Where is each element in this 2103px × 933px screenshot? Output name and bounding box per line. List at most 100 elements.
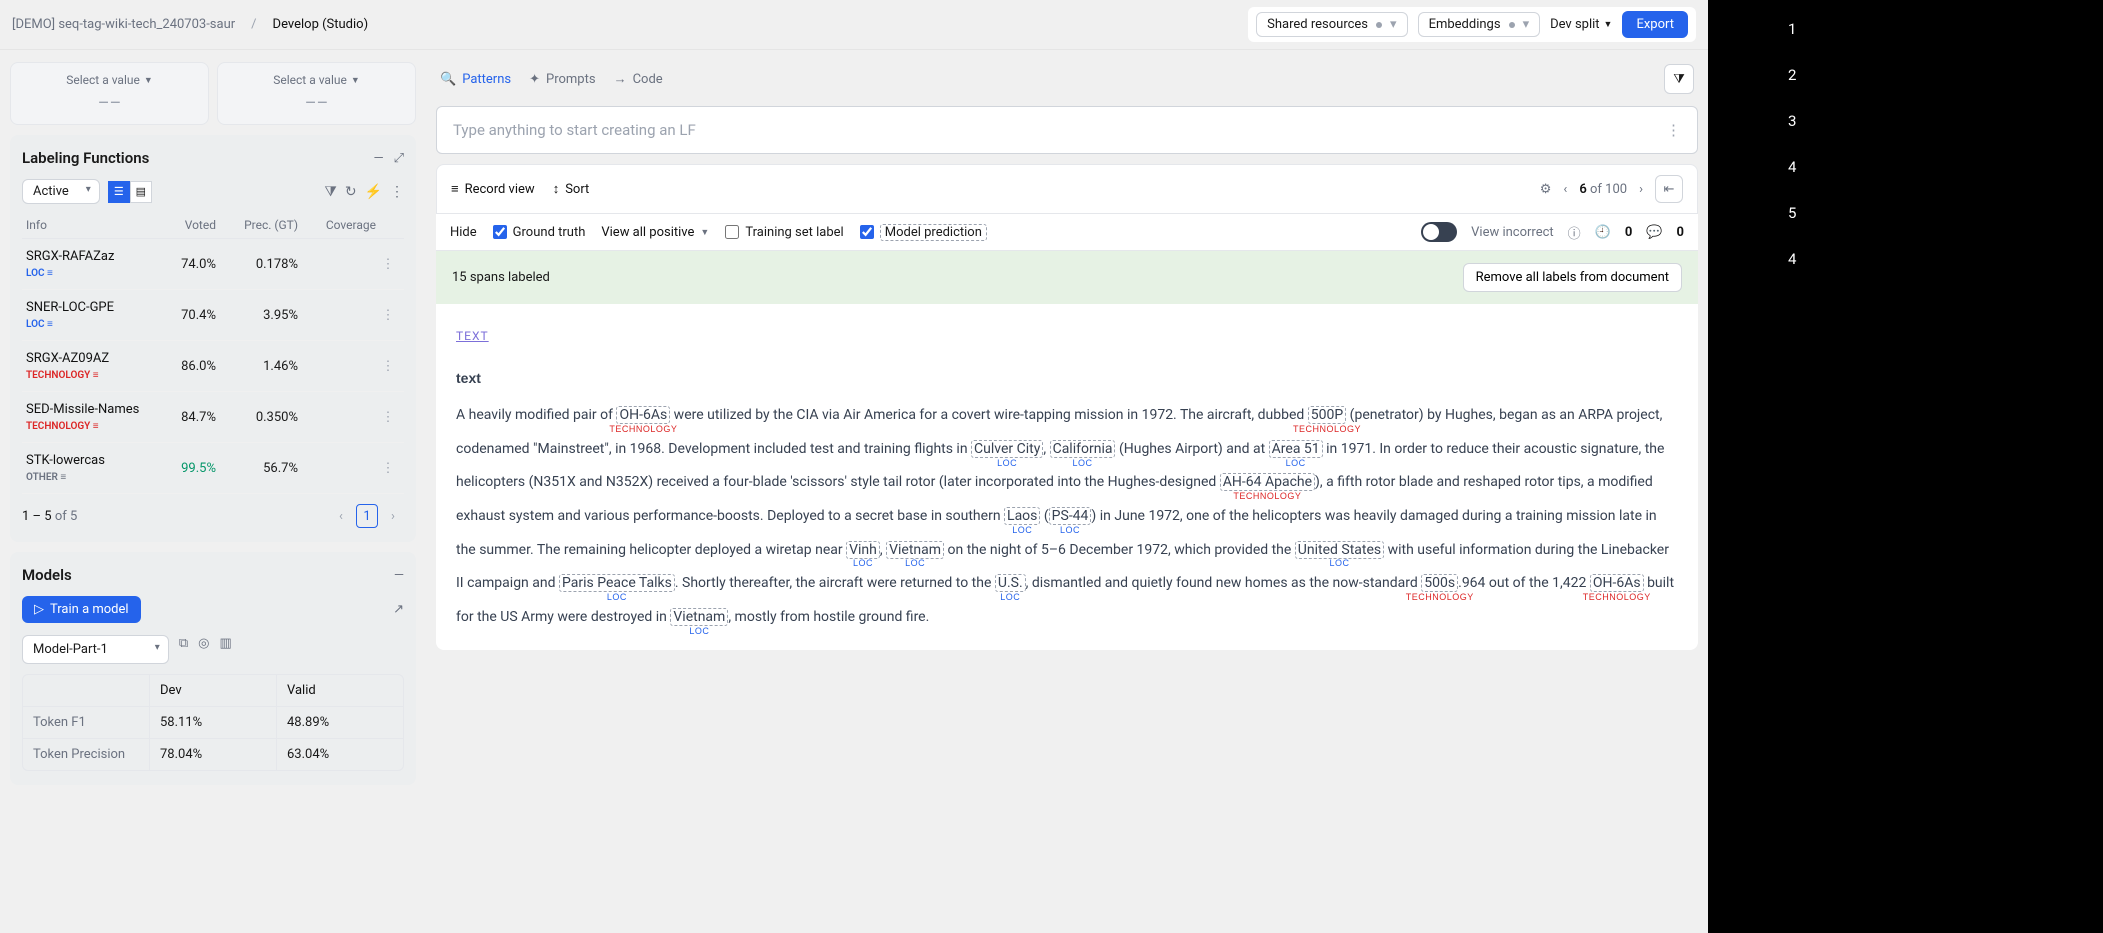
metric-row: Token F158.11%48.89% <box>23 706 403 738</box>
filter-icon[interactable]: ⧩ <box>324 184 337 200</box>
page-1[interactable]: 1 <box>356 504 378 528</box>
page-next[interactable]: › <box>382 504 404 528</box>
search-icon: 🔍 <box>440 72 456 87</box>
expand-icon[interactable]: ⤢ <box>394 151 404 166</box>
model-select[interactable]: Model-Part-1 <box>22 635 169 664</box>
split-select[interactable]: Dev split▼ <box>1550 17 1612 32</box>
breadcrumb-page: Develop (Studio) <box>273 17 369 32</box>
sort-toggle[interactable]: ↕Sort <box>553 181 590 197</box>
text-link[interactable]: TEXT <box>456 329 489 343</box>
labeled-span[interactable]: Paris Peace TalksLOC <box>559 575 675 592</box>
tab-prompts[interactable]: ✦Prompts <box>529 72 595 87</box>
labeled-span[interactable]: OH-6AsTECHNOLOGY <box>616 407 670 424</box>
document-view[interactable]: TEXT text A heavily modified pair of OH-… <box>436 304 1698 650</box>
collapse-icon[interactable]: — <box>373 151 383 166</box>
guide-number: 5 <box>1788 204 2103 222</box>
model-prediction-checkbox[interactable]: Model prediction <box>860 224 987 241</box>
guide-number: 1 <box>1788 20 2103 38</box>
view-grid-icon[interactable]: ▤ <box>130 181 152 203</box>
lf-state-select[interactable]: Active <box>22 179 100 204</box>
copy-icon[interactable]: ⧉ <box>179 636 188 651</box>
right-strip: 1 2 3 4 5 4 <box>1708 0 2103 933</box>
top-bar: [DEMO] seq-tag-wiki-tech_240703-saur / D… <box>0 0 1708 50</box>
more-icon[interactable]: ⋮ <box>376 410 400 425</box>
target-icon[interactable]: ◎ <box>198 636 209 651</box>
train-model-button[interactable]: ▷Train a model <box>22 596 141 623</box>
labeled-span[interactable]: Culver CityLOC <box>971 441 1043 458</box>
open-icon[interactable]: ↗ <box>393 602 404 617</box>
metric-row: Token Precision78.04%63.04% <box>23 738 403 770</box>
arrow-icon: → <box>614 71 627 87</box>
labeled-span[interactable]: United StatesLOC <box>1295 542 1384 559</box>
lf-panel-title: Labeling Functions <box>22 149 149 167</box>
hide-button[interactable]: Hide <box>450 225 477 240</box>
filter-button[interactable]: ⧩ <box>1664 64 1694 94</box>
bolt-icon[interactable]: ⚡ <box>365 184 382 200</box>
labeled-span[interactable]: VinhLOC <box>846 542 880 559</box>
more-icon[interactable]: ⋮ <box>376 308 400 323</box>
view-incorrect-toggle[interactable] <box>1421 222 1457 242</box>
collapse-icon[interactable]: — <box>394 568 404 583</box>
doc-heading: text <box>456 362 1678 396</box>
more-icon[interactable]: ⋮ <box>1666 121 1681 139</box>
lf-row[interactable]: SNER-LOC-GPELOC ≡70.4%3.95%⋮ <box>22 290 404 341</box>
labeled-span[interactable]: OH-6AsTECHNOLOGY <box>1590 575 1644 592</box>
list-icon: ≡ <box>451 181 459 197</box>
lf-row[interactable]: SRGX-AZ09AZTECHNOLOGY ≡86.0%1.46%⋮ <box>22 341 404 392</box>
refresh-icon[interactable]: ↻ <box>345 184 357 200</box>
comment-icon[interactable]: 💬 <box>1646 225 1662 240</box>
breadcrumb-project[interactable]: [DEMO] seq-tag-wiki-tech_240703-saur <box>12 17 235 32</box>
lf-row[interactable]: SRGX-RAFAZazLOC ≡74.0%0.178%⋮ <box>22 239 404 290</box>
sparkle-icon: ✦ <box>529 72 540 87</box>
doc-body[interactable]: A heavily modified pair of OH-6AsTECHNOL… <box>456 399 1678 634</box>
labeled-span[interactable]: PS-44LOC <box>1049 508 1092 525</box>
more-icon[interactable]: ⋮ <box>376 257 400 272</box>
labeled-span[interactable]: CaliforniaLOC <box>1050 441 1116 458</box>
more-icon[interactable]: ⋮ <box>376 461 400 476</box>
breadcrumb-sep: / <box>251 17 256 32</box>
view-positive-select[interactable]: View all positive ▼ <box>601 225 709 240</box>
record-view-toggle[interactable]: ≡Record view <box>451 181 535 197</box>
info-icon[interactable]: ⓘ <box>1568 223 1581 242</box>
more-icon[interactable]: ⋮ <box>376 359 400 374</box>
funnel-icon: ⧩ <box>1673 72 1685 87</box>
lf-row[interactable]: STK-lowercasOTHER ≡99.5%56.7%⋮ <box>22 443 404 494</box>
labeled-span[interactable]: U.S.LOC <box>995 575 1026 592</box>
training-set-checkbox[interactable]: Training set label <box>725 225 843 240</box>
page-prev[interactable]: ‹ <box>330 504 352 528</box>
columns-icon[interactable]: ▥ <box>219 636 231 651</box>
tab-code[interactable]: →Code <box>614 71 663 87</box>
guide-number: 3 <box>1788 112 2103 130</box>
record-next[interactable]: › <box>1639 182 1643 197</box>
labeled-span[interactable]: LaosLOC <box>1004 508 1040 525</box>
view-list-icon[interactable]: ☰ <box>108 181 130 203</box>
lf-panel: Labeling Functions — ⤢ Active ☰ ▤ ⧩ ↻ ⚡ <box>10 135 416 542</box>
clock-icon: 🕘 <box>1595 225 1611 240</box>
shared-resources-select[interactable]: Shared resources▾ <box>1256 12 1407 37</box>
collapse-right-icon[interactable]: ⇤ <box>1655 175 1683 203</box>
labeled-span[interactable]: VietnamLOC <box>670 609 728 626</box>
tab-patterns[interactable]: 🔍Patterns <box>440 72 511 87</box>
labeled-span[interactable]: Area 51LOC <box>1269 441 1323 458</box>
guide-number: 4 <box>1788 250 2103 268</box>
more-icon[interactable]: ⋮ <box>390 184 404 200</box>
remove-labels-button[interactable]: Remove all labels from document <box>1463 263 1682 292</box>
lf-row[interactable]: SED-Missile-NamesTECHNOLOGY ≡84.7%0.350%… <box>22 392 404 443</box>
guide-number: 2 <box>1788 66 2103 84</box>
gear-icon[interactable]: ⚙ <box>1540 182 1552 197</box>
ground-truth-checkbox[interactable]: Ground truth <box>493 225 586 240</box>
lf-input[interactable]: Type anything to start creating an LF ⋮ <box>436 106 1698 154</box>
labeled-span[interactable]: VietnamLOC <box>886 542 944 559</box>
export-button[interactable]: Export <box>1622 11 1688 38</box>
labeled-span[interactable]: 500sTECHNOLOGY <box>1421 575 1458 592</box>
record-prev[interactable]: ‹ <box>1563 182 1567 197</box>
models-panel-title: Models <box>22 566 72 584</box>
value-selector-1[interactable]: Select a value ▼–– <box>10 62 209 125</box>
tabs: 🔍Patterns ✦Prompts →Code ⧩ <box>436 62 1698 96</box>
value-selector-2[interactable]: Select a value ▼–– <box>217 62 416 125</box>
guide-number: 4 <box>1788 158 2103 176</box>
embeddings-select[interactable]: Embeddings▾ <box>1418 12 1541 37</box>
model-metrics-table: DevValid Token F158.11%48.89%Token Preci… <box>22 674 404 771</box>
labeled-span[interactable]: 500PTECHNOLOGY <box>1308 407 1346 424</box>
labeled-span[interactable]: AH-64 ApacheTECHNOLOGY <box>1220 474 1315 491</box>
